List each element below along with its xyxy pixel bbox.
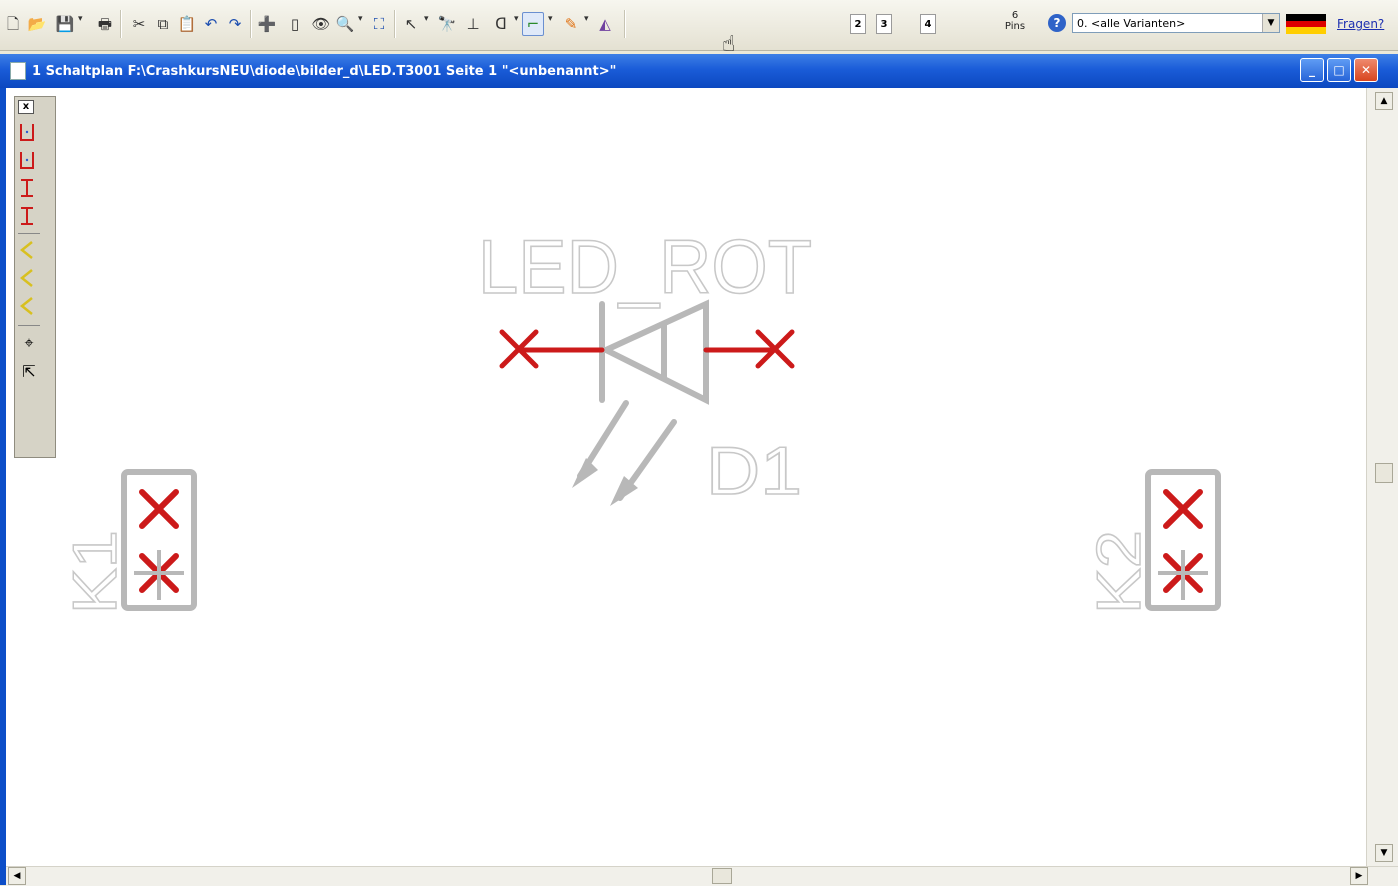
help-icon[interactable]: ? <box>1048 14 1066 32</box>
document-icon <box>10 62 26 80</box>
find-icon[interactable]: 🔭 <box>436 12 458 36</box>
wire-icon[interactable]: ⌐ <box>522 12 544 36</box>
help-link[interactable]: Fragen? <box>1337 17 1384 31</box>
schematic-canvas[interactable]: LED_ROT D1 K1 K2 <box>6 88 1366 866</box>
main-toolbar: 🗋 📂 💾 ▾ 🖶 ✂ ⧉ 📋 ↶ ↷ ➕ ▯ 👁 🔍 ▾ ⛶ ↖ ▾ 🔭 ⊥ … <box>0 0 1398 51</box>
horizontal-scrollbar[interactable]: ◀ ▶ <box>6 866 1398 886</box>
page-icon[interactable]: ▯ <box>284 12 306 36</box>
close-button[interactable]: ✕ <box>1354 58 1378 82</box>
toolbar-separator <box>624 10 626 38</box>
pencil-dropdown-arrow[interactable]: ▾ <box>584 14 589 24</box>
led-wire <box>499 329 795 369</box>
german-flag-icon[interactable] <box>1286 14 1326 34</box>
cursor-paint-icon[interactable]: ⇱ <box>18 359 40 383</box>
cursor-plus-icon[interactable]: ⌖ <box>18 331 40 355</box>
gate-icon[interactable]: ᗡ <box>490 12 512 36</box>
vertical-scrollbar[interactable]: ▲ ▼ <box>1366 88 1398 866</box>
save-dropdown-arrow[interactable]: ▾ <box>78 14 83 24</box>
wire-tool-icon[interactable] <box>18 149 40 173</box>
zoom-icon[interactable]: 🔍 <box>334 12 356 36</box>
select-dropdown-arrow[interactable]: ▾ <box>424 14 429 24</box>
wire-tool-icon[interactable] <box>18 177 40 201</box>
window-title: 1 Schaltplan F:\CrashkursNEU\diode\bilde… <box>32 64 617 79</box>
part-value-label: LED_ROT <box>478 225 812 310</box>
gate-dropdown-arrow[interactable]: ▾ <box>514 14 519 24</box>
scroll-up-icon[interactable]: ▲ <box>1375 92 1393 110</box>
toolbar-separator <box>250 10 252 38</box>
horizontal-scroll-thumb[interactable] <box>712 868 732 884</box>
scroll-left-icon[interactable]: ◀ <box>8 867 26 885</box>
palette-close-button[interactable]: x <box>18 100 34 114</box>
cut-icon[interactable]: ✂ <box>128 12 150 36</box>
copy-icon[interactable]: ⧉ <box>152 12 174 36</box>
redo-icon[interactable]: ↷ <box>224 12 246 36</box>
variant-select[interactable]: 0. <alle Varianten> ▼ <box>1072 13 1280 33</box>
led-symbol <box>577 299 709 501</box>
toolbar-separator <box>120 10 122 38</box>
led-arrow-head <box>572 458 598 488</box>
view-icon[interactable]: 👁 <box>310 12 332 36</box>
variant-select-value: 0. <alle Varianten> <box>1077 17 1186 30</box>
paste-icon[interactable]: 📋 <box>176 12 198 36</box>
scroll-down-icon[interactable]: ▼ <box>1375 844 1393 862</box>
wire-tool-icon[interactable] <box>18 205 40 229</box>
page-button[interactable]: 3 <box>876 14 892 34</box>
page-button[interactable]: 4 <box>920 14 936 34</box>
scroll-right-icon[interactable]: ▶ <box>1350 867 1368 885</box>
pins-count: 6 <box>1011 10 1019 21</box>
tool-palette: x ⌖ ⇱ <box>14 96 56 458</box>
toolbar-separator <box>394 10 396 38</box>
angle-tool-icon[interactable] <box>18 295 40 319</box>
palette-separator <box>18 325 40 326</box>
maximize-button[interactable]: □ <box>1327 58 1351 82</box>
zoom-dropdown-arrow[interactable]: ▾ <box>358 14 363 24</box>
page-button[interactable]: 2 <box>850 14 866 34</box>
wire-tool-icon[interactable] <box>18 121 40 145</box>
undo-icon[interactable]: ↶ <box>200 12 222 36</box>
open-folder-icon[interactable]: 📂 <box>26 12 48 36</box>
angle-tool-icon[interactable] <box>18 239 40 263</box>
fit-icon[interactable]: ⛶ <box>368 12 390 36</box>
connector-k2-label: K2 <box>1085 530 1154 614</box>
angle-tool-icon[interactable] <box>18 267 40 291</box>
save-icon[interactable]: 💾 <box>54 12 76 36</box>
pin-icon[interactable]: ⊥ <box>462 12 484 36</box>
chevron-down-icon[interactable]: ▼ <box>1262 14 1279 32</box>
print-icon[interactable]: 🖶 <box>94 12 116 36</box>
connector-k1-label: K1 <box>61 530 130 614</box>
vertical-scroll-thumb[interactable] <box>1375 463 1393 483</box>
add-part-icon[interactable]: ➕ <box>256 12 278 36</box>
new-document-icon[interactable]: 🗋 <box>2 12 24 36</box>
palette-separator <box>18 233 40 234</box>
pencil-icon[interactable]: ✎ <box>560 12 582 36</box>
bus-icon[interactable]: ◭ <box>594 12 616 36</box>
select-icon[interactable]: ↖ <box>400 12 422 36</box>
part-name-label: D1 <box>706 433 802 509</box>
wire-dropdown-arrow[interactable]: ▾ <box>548 14 553 24</box>
pins-counter: 6 Pins <box>1003 10 1027 32</box>
pins-label: Pins <box>1004 21 1026 32</box>
minimize-button[interactable]: _ <box>1300 58 1324 82</box>
